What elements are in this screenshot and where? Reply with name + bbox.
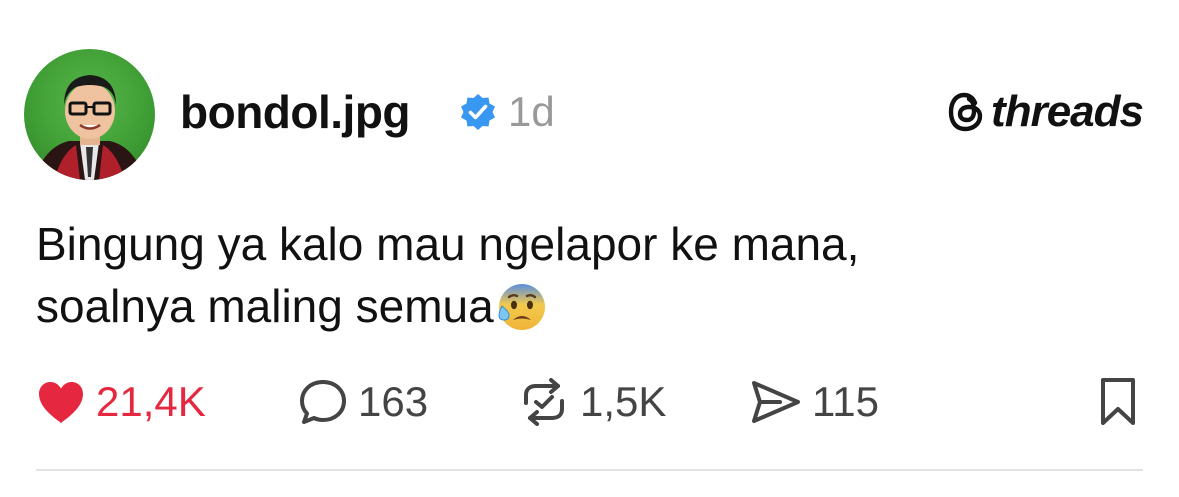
repost-icon [524, 378, 564, 426]
threads-wordmark: threads [991, 87, 1144, 136]
comment-icon [300, 380, 346, 424]
divider [36, 469, 1143, 471]
avatar[interactable] [24, 49, 155, 180]
anxious-face-with-sweat-icon [498, 284, 545, 330]
reply-count: 163 [358, 378, 429, 425]
post-text-line-2: soalnya maling semua [36, 280, 494, 332]
send-icon [752, 381, 800, 423]
username[interactable]: bondol.jpg [180, 84, 411, 140]
like-button[interactable]: 21,4K [36, 370, 206, 434]
post-time: 1d [508, 88, 555, 135]
bookmark-icon [1101, 378, 1135, 425]
post-text-line-2-wrap: soalnya maling semua [36, 275, 1136, 337]
post-text: Bingung ya kalo mau ngelapor ke mana, so… [36, 213, 1136, 337]
verified-badge-icon [461, 94, 495, 130]
share-button[interactable]: 115 [750, 370, 879, 434]
like-count: 21,4K [96, 378, 206, 425]
threads-logo: threads [947, 86, 1144, 138]
post-actions: 21,4K 163 1,5K 115 [36, 370, 1143, 434]
repost-button[interactable]: 1,5K [518, 370, 666, 434]
share-count: 115 [812, 378, 879, 425]
post-text-line-1: Bingung ya kalo mau ngelapor ke mana, [36, 218, 860, 270]
threads-icon [948, 92, 983, 132]
heart-icon [39, 382, 83, 423]
reply-button[interactable]: 163 [298, 370, 428, 434]
bookmark-button[interactable] [1097, 370, 1139, 434]
avatar-photo [34, 75, 145, 180]
repost-count: 1,5K [580, 378, 667, 425]
